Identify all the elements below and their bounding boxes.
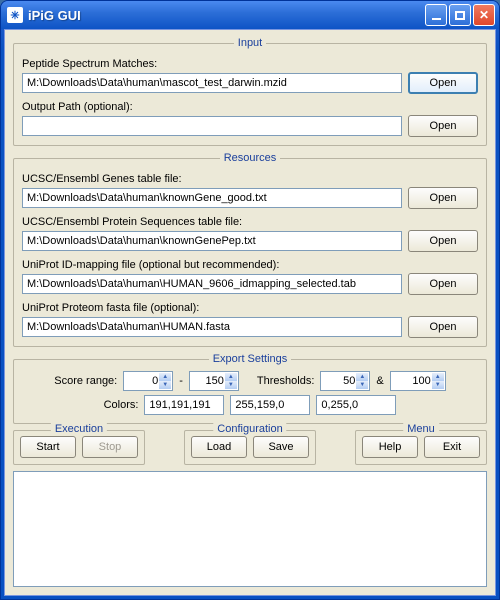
exit-button[interactable]: Exit [424, 436, 480, 458]
color2-input[interactable] [230, 395, 310, 415]
score-min-value: 0 [152, 375, 158, 387]
thresholds-label: Thresholds: [257, 375, 314, 387]
input-legend: Input [234, 37, 266, 49]
resources-legend: Resources [220, 152, 281, 164]
configuration-legend: Configuration [213, 423, 286, 435]
execution-legend: Execution [51, 423, 107, 435]
score-range-label: Score range: [54, 375, 117, 387]
score-max-value: 150 [206, 375, 224, 387]
window: ✳ iPiG GUI ✕ Input Peptide Spectrum Matc… [0, 0, 500, 600]
genes-label: UCSC/Ensembl Genes table file: [22, 173, 478, 185]
chevron-up-icon[interactable]: ▲ [432, 373, 444, 381]
prot-label: UCSC/Ensembl Protein Sequences table fil… [22, 216, 478, 228]
psm-label: Peptide Spectrum Matches: [22, 58, 478, 70]
resources-group: Resources UCSC/Ensembl Genes table file:… [13, 152, 487, 347]
threshold1-value: 50 [343, 375, 355, 387]
chevron-up-icon[interactable]: ▲ [159, 373, 171, 381]
color1-input[interactable] [144, 395, 224, 415]
psm-input[interactable] [22, 73, 402, 93]
maximize-button[interactable] [449, 4, 471, 26]
export-group: Export Settings Score range: 0 ▲▼ - 150 … [13, 353, 487, 424]
score-max-spinner[interactable]: 150 ▲▼ [189, 371, 239, 391]
chevron-down-icon[interactable]: ▼ [225, 381, 237, 389]
chevron-down-icon[interactable]: ▼ [432, 381, 444, 389]
chevron-down-icon[interactable]: ▼ [356, 381, 368, 389]
fasta-label: UniProt Proteom fasta file (optional): [22, 302, 478, 314]
threshold2-spinner[interactable]: 100 ▲▼ [390, 371, 446, 391]
minimize-button[interactable] [425, 4, 447, 26]
threshold2-value: 100 [412, 375, 430, 387]
log-output [13, 471, 487, 587]
app-icon: ✳ [7, 7, 23, 23]
chevron-down-icon[interactable]: ▼ [159, 381, 171, 389]
stop-button[interactable]: Stop [82, 436, 138, 458]
genes-open-button[interactable]: Open [408, 187, 478, 209]
help-button[interactable]: Help [362, 436, 418, 458]
execution-group: Execution Start Stop [13, 430, 145, 465]
psm-open-button[interactable]: Open [408, 72, 478, 94]
close-icon: ✕ [479, 8, 489, 22]
maximize-icon [455, 11, 465, 20]
input-group: Input Peptide Spectrum Matches: Open Out… [13, 37, 487, 146]
idmap-input[interactable] [22, 274, 402, 294]
threshold1-spinner[interactable]: 50 ▲▼ [320, 371, 370, 391]
chevron-up-icon[interactable]: ▲ [356, 373, 368, 381]
genes-input[interactable] [22, 188, 402, 208]
actions-row: Execution Start Stop Configuration Load … [13, 430, 487, 465]
menu-group: Menu Help Exit [355, 430, 487, 465]
chevron-up-icon[interactable]: ▲ [225, 373, 237, 381]
save-button[interactable]: Save [253, 436, 309, 458]
output-label: Output Path (optional): [22, 101, 478, 113]
colors-label: Colors: [104, 399, 139, 411]
idmap-label: UniProt ID-mapping file (optional but re… [22, 259, 478, 271]
prot-input[interactable] [22, 231, 402, 251]
prot-open-button[interactable]: Open [408, 230, 478, 252]
configuration-group: Configuration Load Save [184, 430, 316, 465]
color3-input[interactable] [316, 395, 396, 415]
fasta-input[interactable] [22, 317, 402, 337]
export-legend: Export Settings [209, 353, 292, 365]
client-area: Input Peptide Spectrum Matches: Open Out… [4, 29, 496, 596]
minimize-icon [432, 18, 441, 20]
window-title: iPiG GUI [28, 8, 425, 23]
start-button[interactable]: Start [20, 436, 76, 458]
close-button[interactable]: ✕ [473, 4, 495, 26]
output-input[interactable] [22, 116, 402, 136]
dash-label: - [179, 375, 183, 387]
menu-legend: Menu [403, 423, 439, 435]
score-min-spinner[interactable]: 0 ▲▼ [123, 371, 173, 391]
titlebar: ✳ iPiG GUI ✕ [1, 1, 499, 29]
idmap-open-button[interactable]: Open [408, 273, 478, 295]
load-button[interactable]: Load [191, 436, 247, 458]
fasta-open-button[interactable]: Open [408, 316, 478, 338]
amp-label: & [376, 375, 383, 387]
output-open-button[interactable]: Open [408, 115, 478, 137]
